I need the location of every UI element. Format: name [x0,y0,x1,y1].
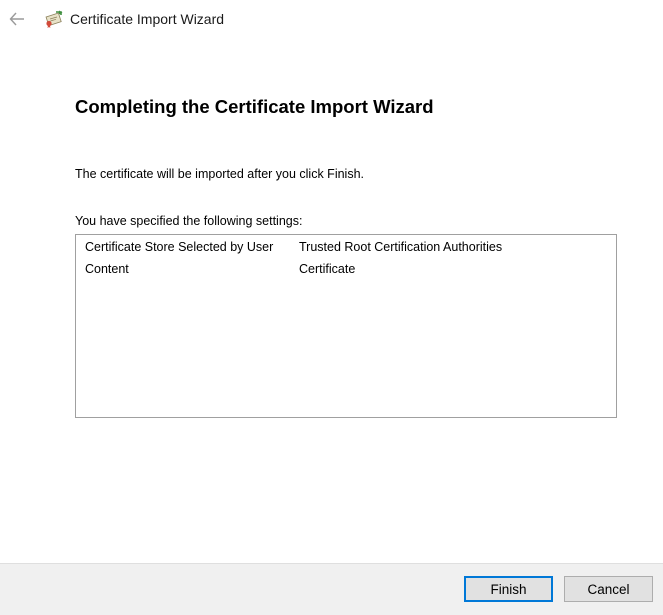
settings-value: Certificate [299,262,356,276]
settings-value: Trusted Root Certification Authorities [299,240,503,254]
page-heading: Completing the Certificate Import Wizard [75,96,434,117]
settings-label: You have specified the following setting… [75,214,303,228]
intro-text: The certificate will be imported after y… [75,167,364,181]
back-button[interactable] [6,9,28,29]
cancel-button[interactable]: Cancel [564,576,653,602]
settings-key: Content [85,262,129,276]
settings-list[interactable]: Certificate Store Selected by User Trust… [75,234,617,418]
certificate-import-wizard-window: Certificate Import Wizard Completing the… [0,0,663,615]
settings-key: Certificate Store Selected by User [85,240,274,254]
window-title: Certificate Import Wizard [70,11,225,27]
title-bar: Certificate Import Wizard [0,0,663,40]
certificate-icon [45,10,63,28]
back-arrow-icon [9,12,24,26]
finish-button[interactable]: Finish [464,576,553,602]
button-bar: Finish Cancel [0,563,663,615]
